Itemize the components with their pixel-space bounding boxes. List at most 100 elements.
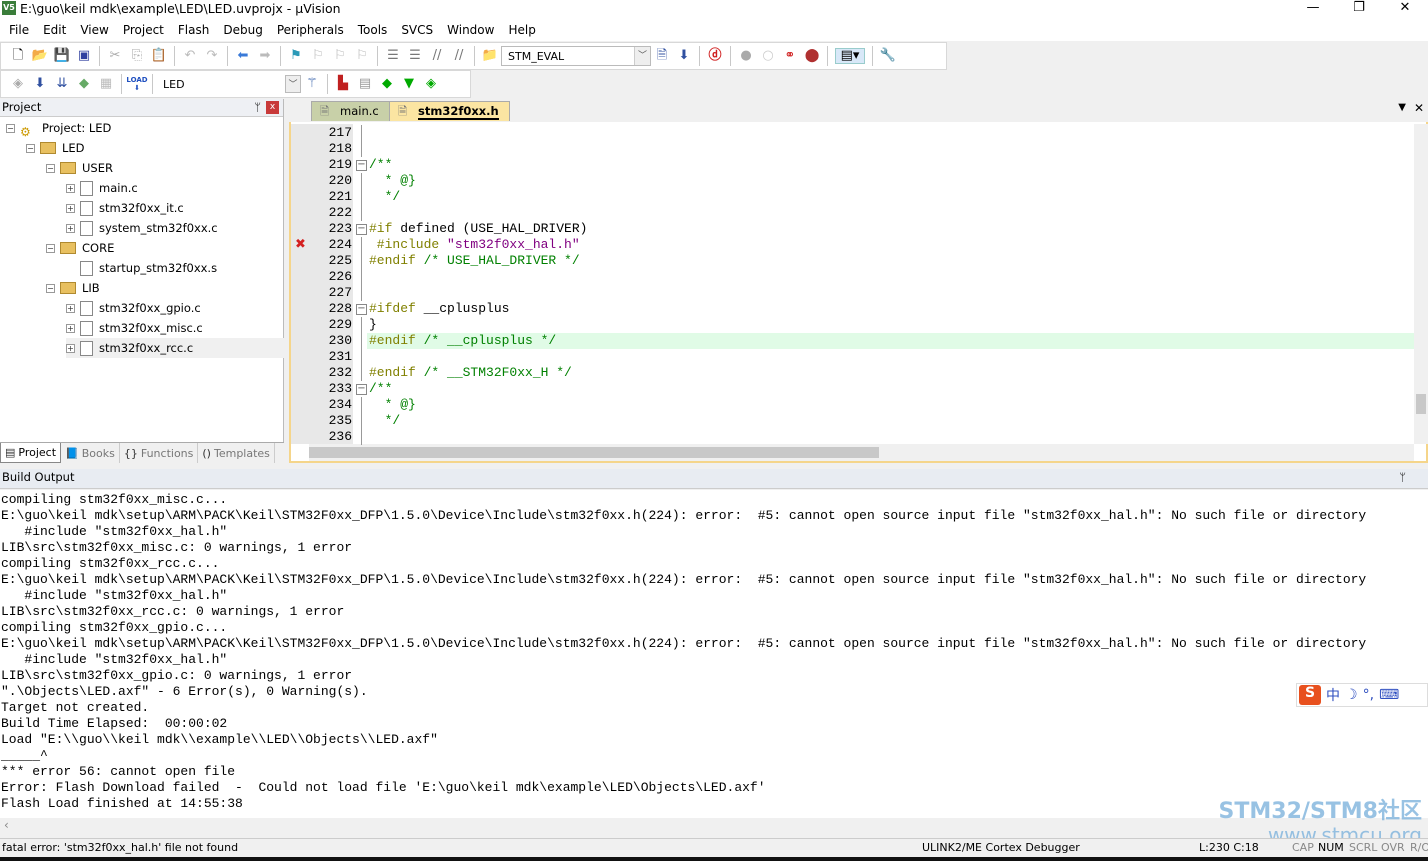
ime-toolbar[interactable]: S 中 ☽ °, ⌨ — [1296, 683, 1428, 707]
expander-icon[interactable]: − — [6, 123, 15, 133]
batch-build-icon[interactable]: ◆ — [76, 76, 92, 92]
chevron-down-icon[interactable]: ﹀ — [634, 47, 650, 65]
breakpoint-icon[interactable]: ● — [738, 48, 754, 64]
tree-item-target[interactable]: − LED — [26, 138, 85, 158]
menu-edit[interactable]: Edit — [36, 23, 73, 37]
tree-item-file[interactable]: + stm32f0xx_it.c — [66, 198, 184, 218]
expander-icon[interactable]: + — [66, 303, 75, 313]
expander-icon[interactable]: + — [66, 183, 75, 193]
pack-installer-icon[interactable]: ◈ — [423, 76, 439, 92]
fold-toggle-icon[interactable]: − — [356, 384, 367, 395]
fold-toggle-icon[interactable]: − — [356, 304, 367, 315]
menu-project[interactable]: Project — [116, 23, 171, 37]
window-layout-icon[interactable]: ▤▾ — [835, 48, 865, 64]
tab-list-dropdown-icon[interactable]: ▼ — [1398, 102, 1406, 113]
fold-toggle-icon[interactable]: − — [356, 224, 367, 235]
code-line[interactable]: #ifdef __cplusplus — [369, 301, 509, 317]
expander-icon[interactable]: − — [26, 143, 35, 153]
manage-components-icon[interactable]: ▙ — [335, 76, 351, 92]
code-line[interactable]: #endif /* USE_HAL_DRIVER */ — [369, 253, 580, 269]
rebuild-icon[interactable]: ⇊ — [54, 76, 70, 92]
tab-main-c[interactable]: 🗎 main.c — [311, 101, 390, 121]
tree-item-folder[interactable]: − USER — [46, 158, 113, 178]
redo-icon[interactable]: ↷ — [204, 48, 220, 64]
expander-icon[interactable]: − — [46, 283, 55, 293]
tab-books[interactable]: 📘 Books — [61, 443, 120, 463]
undo-icon[interactable]: ↶ — [182, 48, 198, 64]
target-select[interactable]: LED ﹀ — [157, 74, 301, 94]
options-for-target-icon[interactable]: ⚚ — [304, 76, 320, 92]
cut-icon[interactable]: ✂ — [107, 48, 123, 64]
tree-item-file[interactable]: startup_stm32f0xx.s — [66, 258, 217, 278]
code-line[interactable]: */ — [369, 413, 401, 429]
fold-toggle-icon[interactable]: − — [356, 160, 367, 171]
build-output-horizontal-scrollbar[interactable]: ‹ — [0, 818, 1428, 836]
code-line[interactable]: #include "stm32f0xx_hal.h" — [369, 237, 580, 253]
build-icon[interactable]: ⬇ — [32, 76, 48, 92]
find-combo[interactable]: STM_EVAL ﹀ — [501, 46, 651, 66]
new-file-icon[interactable]: 🗋 — [10, 48, 26, 64]
disable-breakpoint-icon[interactable]: ○ — [760, 48, 776, 64]
find-icon[interactable]: 🗎 — [654, 48, 670, 64]
close-panel-icon[interactable]: x — [266, 101, 279, 114]
code-line[interactable]: * @} — [369, 173, 416, 189]
paste-icon[interactable]: 📋 — [151, 48, 167, 64]
translate-icon[interactable]: ◈ — [10, 76, 26, 92]
tab-stm32f0xx-h[interactable]: 🗎 stm32f0xx.h — [389, 101, 510, 121]
pin-icon[interactable]: ᛘ — [1399, 469, 1406, 486]
expander-icon[interactable]: + — [66, 323, 75, 333]
menu-tools[interactable]: Tools — [351, 23, 395, 37]
next-bookmark-icon[interactable]: ⚐ — [332, 48, 348, 64]
open-folder-icon[interactable]: 📂 — [32, 48, 48, 64]
find-in-files-icon[interactable]: 📁 — [482, 48, 498, 64]
code-line[interactable]: #endif /* __STM32F0xx_H */ — [369, 365, 572, 381]
menu-help[interactable]: Help — [501, 23, 542, 37]
save-all-icon[interactable]: ▣ — [76, 48, 92, 64]
expander-icon[interactable]: − — [46, 243, 55, 253]
code-line[interactable]: } — [369, 317, 377, 333]
expander-icon[interactable]: + — [66, 343, 75, 353]
code-line[interactable]: /** — [369, 381, 392, 397]
tree-item-file[interactable]: + stm32f0xx_gpio.c — [66, 298, 201, 318]
code-line[interactable]: #endif /* __cplusplus */ — [369, 333, 556, 349]
disable-all-breakpoints-icon[interactable]: ⚭ — [782, 48, 798, 64]
editor-horizontal-scrollbar[interactable] — [309, 444, 1414, 461]
clear-bookmarks-icon[interactable]: ⚐ — [354, 48, 370, 64]
tree-item-file[interactable]: + system_stm32f0xx.c — [66, 218, 218, 238]
load-download-icon[interactable]: LOAD ⬇ — [126, 76, 147, 92]
debug-session-icon[interactable]: ⓓ — [707, 48, 723, 64]
menu-flash[interactable]: Flash — [171, 23, 216, 37]
manage-rte-icon[interactable]: ◆ — [379, 76, 395, 92]
build-output-pane[interactable]: compiling stm32f0xx_misc.c... E:\guo\keil… — [0, 490, 1428, 818]
close-button[interactable]: ✕ — [1382, 0, 1428, 16]
chevron-down-icon[interactable]: ﹀ — [285, 75, 301, 93]
expander-icon[interactable]: + — [66, 223, 75, 233]
tree-item-folder[interactable]: − CORE — [46, 238, 114, 258]
menu-view[interactable]: View — [73, 23, 115, 37]
tree-item-folder[interactable]: − LIB — [46, 278, 100, 298]
tree-item-file[interactable]: + stm32f0xx_misc.c — [66, 318, 203, 338]
pin-icon[interactable]: ᛘ — [254, 99, 261, 116]
bookmark-icon[interactable]: ⚑ — [288, 48, 304, 64]
file-extensions-icon[interactable]: ▤ — [357, 76, 373, 92]
menu-window[interactable]: Window — [440, 23, 501, 37]
nav-forward-icon[interactable]: ➡ — [257, 48, 273, 64]
restore-button[interactable]: ❐ — [1336, 0, 1382, 16]
indent-icon[interactable]: ☰ — [385, 48, 401, 64]
select-packs-icon[interactable]: ▼ — [401, 76, 417, 92]
code-line[interactable]: /** — [369, 157, 392, 173]
configure-wrench-icon[interactable]: 🔧 — [880, 48, 896, 64]
code-line[interactable]: #if defined (USE_HAL_DRIVER) — [369, 221, 587, 237]
unindent-icon[interactable]: ☰ — [407, 48, 423, 64]
incremental-find-icon[interactable]: ⬇ — [676, 48, 692, 64]
prev-bookmark-icon[interactable]: ⚐ — [310, 48, 326, 64]
code-line[interactable]: */ — [369, 189, 401, 205]
tab-functions[interactable]: {} Functions — [120, 443, 199, 463]
tree-item-root[interactable]: − ⚙ Project: LED — [6, 118, 111, 139]
close-tab-icon[interactable]: ✕ — [1414, 101, 1424, 115]
tab-templates[interactable]: () Templates — [198, 443, 275, 463]
save-icon[interactable]: 💾 — [54, 48, 70, 64]
stop-build-icon[interactable]: ▦ — [98, 76, 114, 92]
menu-peripherals[interactable]: Peripherals — [270, 23, 351, 37]
expander-icon[interactable]: − — [46, 163, 55, 173]
